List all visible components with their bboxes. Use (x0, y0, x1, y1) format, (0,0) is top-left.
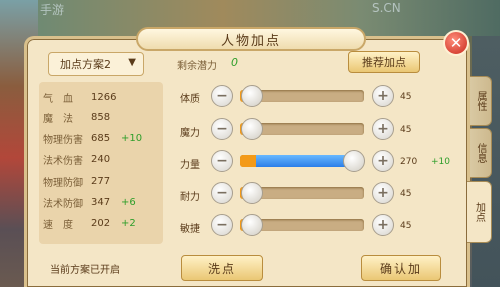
attribute-value: 45 (400, 189, 412, 199)
increase-button[interactable]: + (372, 182, 394, 204)
plus-icon: + (377, 88, 389, 104)
decrease-button[interactable]: − (211, 118, 233, 140)
close-button[interactable]: ✕ (443, 30, 469, 56)
increase-button[interactable]: + (372, 85, 394, 107)
watermark-right: S.CN (372, 1, 401, 15)
increase-button[interactable]: + (372, 214, 394, 236)
attribute-label: 力量 (180, 160, 200, 171)
wash-points-button[interactable]: 洗点 (181, 255, 263, 281)
stat-row: 魔 法 858 (43, 111, 111, 125)
attribute-label: 敏捷 (180, 224, 200, 235)
minus-icon: − (216, 217, 228, 233)
minus-icon: − (216, 153, 228, 169)
remaining-potential-value: 0 (231, 56, 238, 69)
plus-icon: + (377, 185, 389, 201)
minus-icon: − (216, 121, 228, 137)
panel-title-bar: 人物加点 (136, 27, 366, 51)
scheme-dropdown[interactable]: 加点方案2 ▼ (48, 52, 144, 76)
plus-icon: + (377, 121, 389, 137)
attribute-label: 体质 (180, 94, 200, 105)
stat-row: 法术伤害 240 (43, 153, 111, 167)
stat-row: 气 血 1266 (43, 91, 117, 105)
increase-button[interactable]: + (372, 150, 394, 172)
remaining-potential-label: 剩余潜力 (177, 61, 217, 72)
confirm-points-button[interactable]: 确认加 (361, 255, 441, 281)
panel-title: 人物加点 (220, 33, 281, 49)
tab-info[interactable]: 信息 (470, 128, 492, 178)
tab-attributes[interactable]: 属性 (470, 76, 492, 126)
minus-icon: − (216, 185, 228, 201)
recommend-points-button[interactable]: 推荐加点 (348, 51, 420, 73)
decrease-button[interactable]: − (211, 182, 233, 204)
stat-row: 速 度 202 +2 (43, 217, 136, 231)
scheme-selected: 加点方案2 (60, 58, 111, 71)
stat-row: 法术防御 347 +6 (43, 196, 136, 210)
attribute-label: 耐力 (180, 192, 200, 203)
close-icon: ✕ (449, 34, 463, 52)
scheme-status-note: 当前方案已开启 (50, 265, 120, 276)
attribute-value: 45 (400, 221, 412, 231)
plus-icon: + (377, 153, 389, 169)
attribute-value: 45 (400, 92, 412, 102)
tab-add-points[interactable]: 加点 (467, 181, 492, 243)
attribute-bonus: +10 (431, 157, 450, 167)
stat-row: 物理伤害 685 +10 (43, 132, 143, 146)
stat-row: 物理防御 277 (43, 175, 111, 189)
chevron-down-icon: ▼ (128, 57, 136, 68)
slider-added-fill (256, 155, 355, 167)
decrease-button[interactable]: − (211, 85, 233, 107)
attribute-value: 270 (400, 157, 418, 167)
attribute-label: 魔力 (180, 128, 200, 139)
plus-icon: + (377, 217, 389, 233)
decrease-button[interactable]: − (211, 214, 233, 236)
minus-icon: − (216, 88, 228, 104)
attribute-value: 45 (400, 125, 412, 135)
slider-base-fill (240, 155, 257, 167)
increase-button[interactable]: + (372, 118, 394, 140)
watermark-left: 手游 (40, 3, 65, 17)
slider-knob[interactable] (343, 150, 366, 172)
decrease-button[interactable]: − (211, 150, 233, 172)
